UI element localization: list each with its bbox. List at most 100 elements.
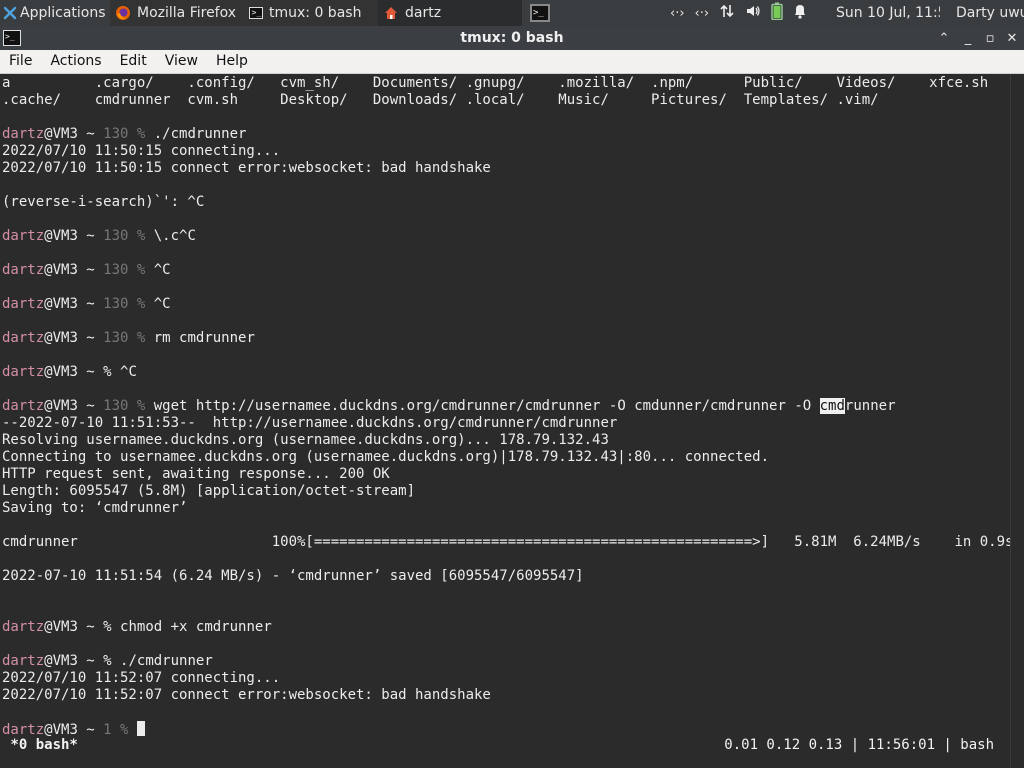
terminal-scrollbar[interactable] xyxy=(1010,74,1024,768)
prompt-percent: % xyxy=(103,364,112,380)
taskbar-tmux[interactable]: >_ tmux: 0 bash xyxy=(244,0,384,26)
terminal-line: Length: 6095547 (5.8M) [application/octe… xyxy=(2,483,416,499)
prompt-host: @VM3 ~ xyxy=(44,364,104,380)
command-text: ./cmdrunner xyxy=(145,126,247,142)
volume-icon[interactable] xyxy=(745,3,761,23)
prompt-host: @VM3 ~ xyxy=(44,398,104,414)
prompt-percent: % xyxy=(103,653,112,669)
terminal-line: 2022/07/10 11:52:07 connecting... xyxy=(2,670,281,686)
prompt-line: dartz@VM3 ~ 130 % rm cmdrunner xyxy=(2,330,255,347)
terminal-icon: >_ xyxy=(249,7,263,19)
xfce-logo-icon xyxy=(3,6,17,20)
command-text: ^C xyxy=(145,262,171,278)
text-cursor xyxy=(136,721,145,736)
prompt-code: 130 % xyxy=(103,296,146,312)
prompt-code: 130 % xyxy=(103,126,146,142)
clock-label: Sun 10 Jul, 11:56 xyxy=(836,5,940,21)
prompt-host: @VM3 ~ xyxy=(44,330,104,346)
prompt-line: dartz@VM3 ~ 130 % ./cmdrunner xyxy=(2,126,246,143)
progress-line: cmdrunner 100%[=========================… xyxy=(2,534,1014,550)
window-maximize-button[interactable]: ▫ xyxy=(980,28,1000,48)
prompt-user: dartz xyxy=(2,228,45,244)
terminal-area[interactable]: a .cargo/ .config/ cvm_sh/ Documents/ .g… xyxy=(0,74,1014,768)
applications-menu[interactable]: Applications ≡ xyxy=(0,0,113,26)
menu-bar: File Actions Edit View Help xyxy=(0,50,1024,74)
user-menu[interactable]: Darty uwu xyxy=(956,0,1024,26)
prompt-host: @VM3 ~ xyxy=(44,262,104,278)
transfer-arrows-icon[interactable] xyxy=(719,3,735,23)
applications-label: Applications xyxy=(20,5,106,21)
user-label: Darty uwu xyxy=(956,5,1024,21)
prompt-line: dartz@VM3 ~ % ^C xyxy=(2,364,137,381)
terminal-line: (reverse-i-search)`': ^C xyxy=(2,194,205,210)
prompt-line: dartz@VM3 ~ 1 % xyxy=(2,721,145,738)
tmux-window-label[interactable]: *0 bash* xyxy=(2,737,77,753)
prompt-host: @VM3 ~ xyxy=(44,228,104,244)
home-folder-icon xyxy=(383,5,399,21)
notification-bell-icon[interactable] xyxy=(793,3,807,23)
command-text: ^C xyxy=(111,364,137,380)
window-minimize-button[interactable]: _ xyxy=(958,28,978,48)
terminal-line: 2022/07/10 11:50:15 connecting... xyxy=(2,143,281,159)
maximize-icon: ▫ xyxy=(985,30,995,46)
window-titlebar[interactable]: >_ tmux: 0 bash ⌃ _ ▫ ✕ xyxy=(0,26,1024,50)
taskbar-tmux-label: tmux: 0 bash xyxy=(269,5,362,21)
prompt-line: dartz@VM3 ~ 130 % ^C xyxy=(2,262,171,279)
prompt-code-last: 1 % xyxy=(103,722,129,738)
prompt-user: dartz xyxy=(2,330,45,346)
terminal-line: Saving to: ‘cmdrunner’ xyxy=(2,500,188,516)
battery-icon[interactable] xyxy=(771,2,783,24)
prompt-code: 130 % xyxy=(103,262,146,278)
top-panel: Applications ≡ Mozilla Firefox >_ tmux: … xyxy=(0,0,1024,26)
system-tray: ‹·› ‹·› xyxy=(670,0,830,26)
command-text: ^C xyxy=(145,296,171,312)
prompt-percent: % xyxy=(103,619,112,635)
prompt-line: dartz@VM3 ~ 130 % ^C xyxy=(2,296,171,313)
chevron-up-icon: ⌃ xyxy=(938,30,950,46)
network-icon-2[interactable]: ‹·› xyxy=(695,6,710,21)
prompt-host: @VM3 ~ xyxy=(44,653,104,669)
prompt-code: 130 % xyxy=(103,398,146,414)
tmux-status-right: 0.01 0.12 0.13 | 11:56:01 | bash xyxy=(724,737,994,753)
prompt-user: dartz xyxy=(2,126,45,142)
prompt-line: dartz@VM3 ~ 130 % wget http://usernamee.… xyxy=(2,398,896,415)
menu-help[interactable]: Help xyxy=(207,50,257,73)
show-desktop-button[interactable]: >_ xyxy=(524,0,556,26)
prompt-code: 130 % xyxy=(103,330,146,346)
firefox-icon xyxy=(115,5,131,21)
prompt-host: @VM3 ~ xyxy=(44,126,104,142)
menu-actions[interactable]: Actions xyxy=(41,50,110,73)
terminal-launcher-icon: >_ xyxy=(530,4,550,22)
command-text: ./cmdrunner xyxy=(111,653,213,669)
window-shade-button[interactable]: ⌃ xyxy=(934,28,954,48)
prompt-user: dartz xyxy=(2,364,45,380)
menu-file[interactable]: File xyxy=(0,50,41,73)
prompt-user: dartz xyxy=(2,619,45,635)
taskbar-dartz[interactable]: dartz xyxy=(378,0,522,26)
prompt-user: dartz xyxy=(2,653,45,669)
prompt-line: dartz@VM3 ~ 130 % \.c^C xyxy=(2,228,196,245)
menu-edit[interactable]: Edit xyxy=(111,50,156,73)
prompt-host: @VM3 ~ xyxy=(44,296,104,312)
menu-view[interactable]: View xyxy=(156,50,207,73)
tmux-status-bar: *0 bash* 0.01 0.12 0.13 | 11:56:01 | bas… xyxy=(0,737,1010,757)
network-icon[interactable]: ‹·› xyxy=(670,6,685,21)
taskbar-firefox[interactable]: Mozilla Firefox xyxy=(110,0,250,26)
terminal-line: 2022-07-10 11:51:54 (6.24 MB/s) - ‘cmdru… xyxy=(2,568,584,584)
prompt-user: dartz xyxy=(2,262,45,278)
command-text: wget http://usernamee.duckdns.org/cmdrun… xyxy=(145,398,820,414)
prompt-host: @VM3 ~ xyxy=(44,722,104,738)
terminal-line: 2022/07/10 11:50:15 connect error:websoc… xyxy=(2,160,491,176)
terminal-line: HTTP request sent, awaiting response... … xyxy=(2,466,390,482)
terminal-line: Resolving usernamee.duckdns.org (usernam… xyxy=(2,432,609,448)
terminal-line: .cache/ cmdrunner cvm.sh Desktop/ Downlo… xyxy=(2,92,879,108)
search-highlight: cmd xyxy=(819,398,845,414)
terminal-line: --2022-07-10 11:51:53-- http://usernamee… xyxy=(2,415,618,431)
minimize-icon: _ xyxy=(964,30,972,46)
prompt-line: dartz@VM3 ~ % ./cmdrunner xyxy=(2,653,213,670)
command-text: rm cmdrunner xyxy=(145,330,255,346)
window-close-button[interactable]: ✕ xyxy=(1002,28,1022,48)
clock[interactable]: Sun 10 Jul, 11:56 xyxy=(836,0,940,26)
prompt-user: dartz xyxy=(2,398,45,414)
command-text: chmod +x cmdrunner xyxy=(111,619,272,635)
